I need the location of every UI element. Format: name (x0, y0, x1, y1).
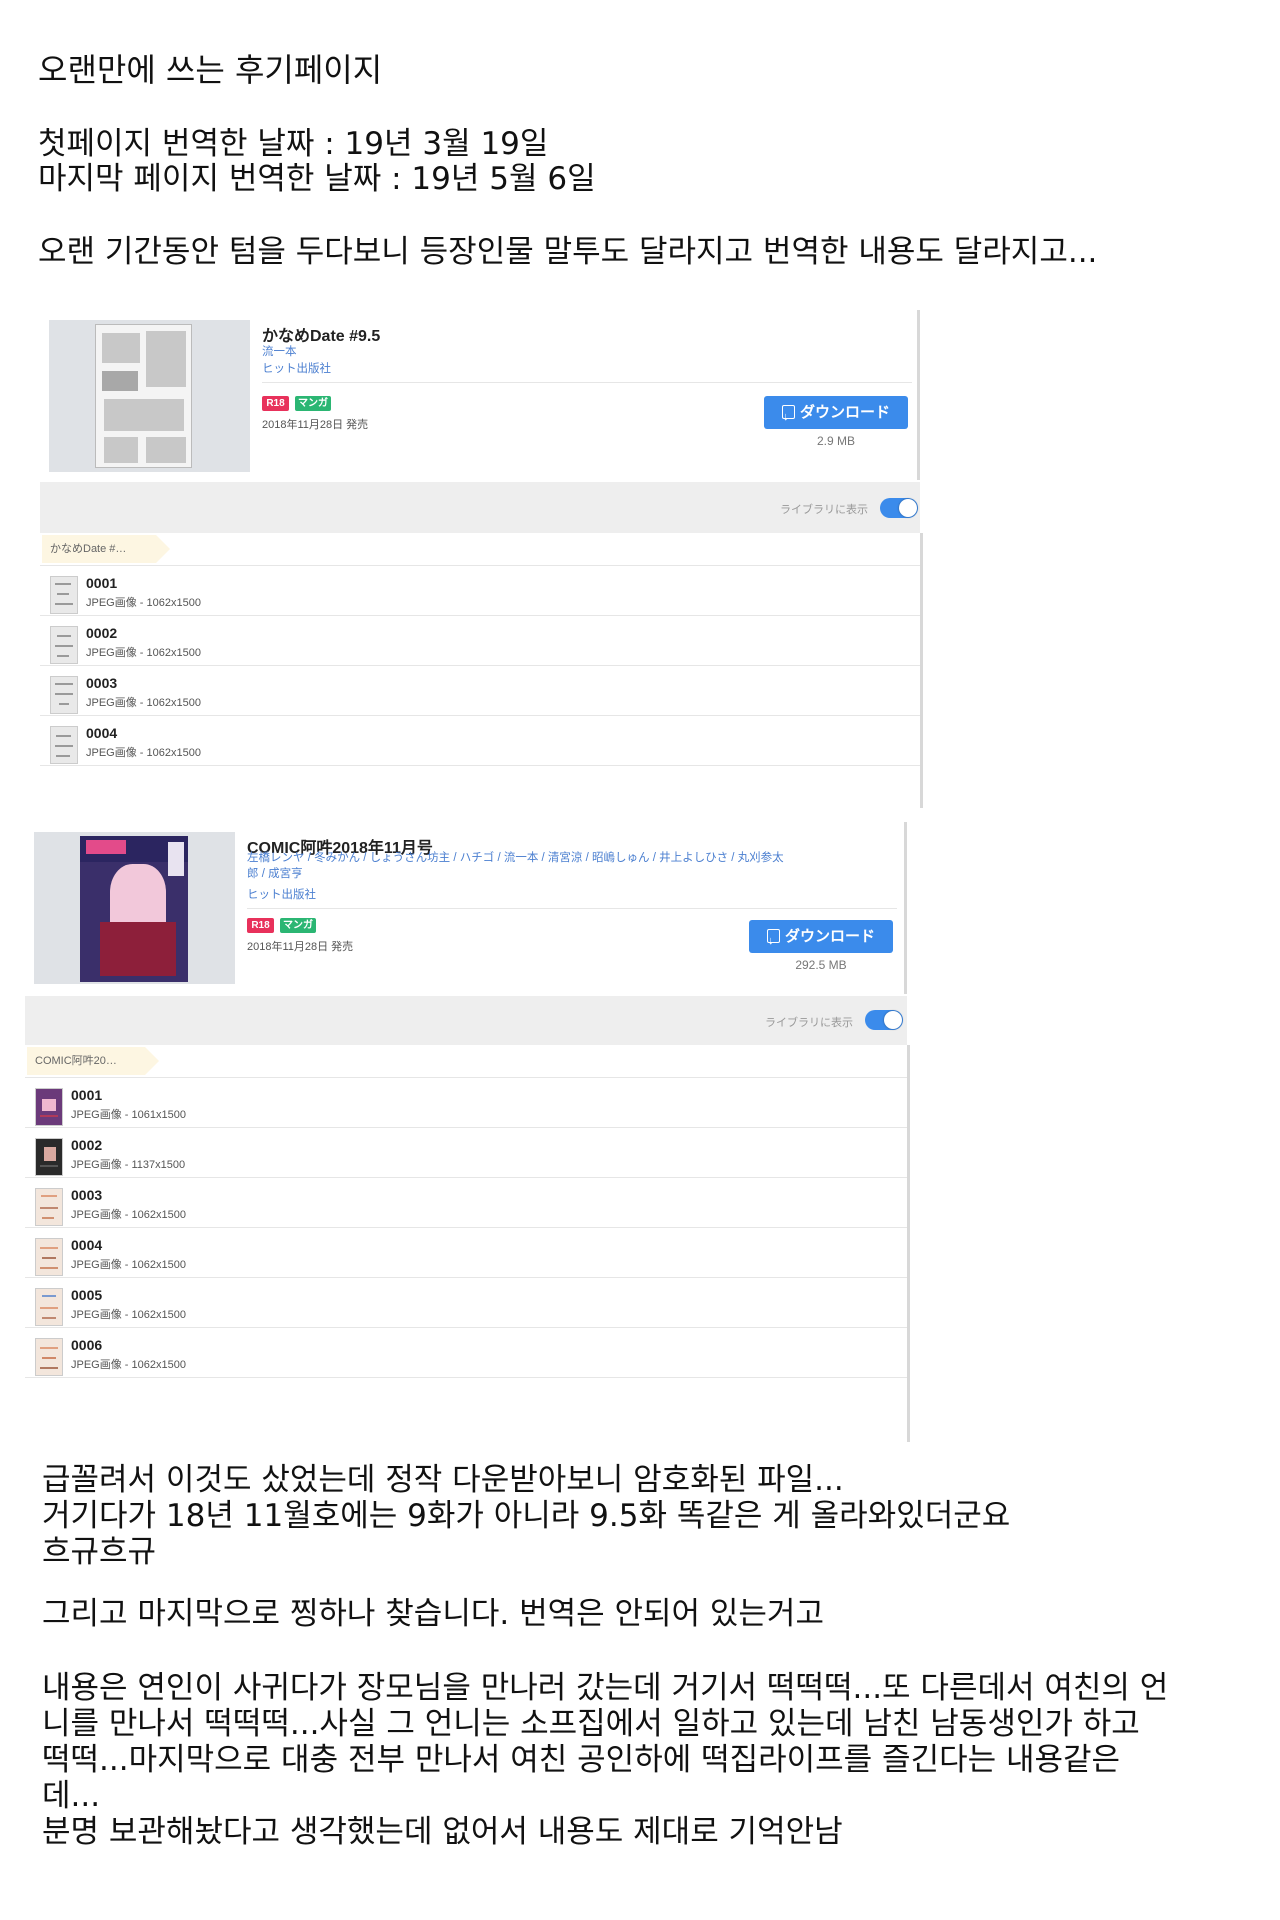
file-meta: JPEG画像 - 1137x1500 (71, 1159, 186, 1171)
file-thumbnail (35, 1238, 63, 1276)
product-publisher[interactable]: ヒット出版社 (262, 360, 331, 376)
download-icon (781, 401, 795, 434)
download-button[interactable]: ダウンロード (749, 920, 893, 958)
manga-badge: マンガ (295, 396, 331, 411)
file-thumbnail (35, 1138, 63, 1176)
divider (262, 382, 912, 383)
product-card-2: COMIC阿吽2018年11月号 左橋レンヤ / 冬みかん / しょうさん坊主 … (25, 822, 907, 994)
product-publisher[interactable]: ヒット出版社 (247, 886, 316, 902)
cover-image[interactable] (34, 832, 235, 984)
file-meta: JPEG画像 - 1062x1500 (86, 647, 201, 659)
library-toggle[interactable] (880, 498, 918, 518)
file-meta: JPEG画像 - 1062x1500 (86, 597, 201, 609)
library-bar: ライブラリに表示 (25, 996, 907, 1046)
file-thumbnail (35, 1088, 63, 1126)
product-authors[interactable]: 左橋レンヤ / 冬みかん / しょうさん坊主 / ハチゴ / 流一本 / 清宮涼… (247, 850, 787, 882)
outro-line: 내용은 연인이 사귀다가 장모님을 만나러 갔는데 거기서 떡떡떡...또 다른… (42, 1670, 1169, 1706)
release-date: 2018年11月28日 発売 (262, 419, 369, 431)
card-edge (904, 822, 907, 994)
file-meta: JPEG画像 - 1061x1500 (71, 1109, 186, 1121)
file-list-2: COMIC阿吽20… 0001 JPEG画像 - 1061x1500 0002 … (25, 1045, 910, 1442)
file-number: 0001 (71, 1087, 103, 1103)
file-meta: JPEG画像 - 1062x1500 (86, 747, 201, 759)
cover-art (95, 324, 192, 468)
breadcrumb[interactable]: COMIC阿吽20… (27, 1047, 159, 1075)
file-meta: JPEG画像 - 1062x1500 (71, 1259, 186, 1271)
file-number: 0003 (71, 1187, 103, 1203)
file-thumbnail (35, 1288, 63, 1326)
toggle-knob (899, 499, 917, 517)
file-meta: JPEG画像 - 1062x1500 (71, 1359, 186, 1371)
file-thumbnail (50, 726, 78, 764)
file-meta: JPEG画像 - 1062x1500 (71, 1309, 186, 1321)
file-number: 0005 (71, 1287, 103, 1303)
file-row[interactable]: 0001 JPEG画像 - 1061x1500 (25, 1077, 907, 1127)
intro-line-first-page-date: 첫페이지 번역한 날짜 : 19년 3월 19일 (38, 126, 549, 162)
divider (247, 908, 897, 909)
outro-line: 데... (42, 1778, 101, 1814)
cover-image[interactable] (49, 320, 250, 472)
file-list-1: かなめDate #… 0001 JPEG画像 - 1062x1500 0002 … (40, 533, 923, 808)
intro-line-note: 오랜 기간동안 텀을 두다보니 등장인물 말투도 달라지고 번역한 내용도 달라… (38, 234, 1098, 270)
outro-line: 니를 만나서 떡떡떡...사실 그 언니는 소프집에서 일하고 있는데 남친 남… (42, 1706, 1140, 1742)
outro-line: 거기다가 18년 11월호에는 9화가 아니라 9.5화 똑같은 게 올라와있더… (42, 1498, 1011, 1534)
file-number: 0001 (86, 575, 118, 591)
library-bar: ライブラリに表示 (40, 482, 920, 534)
library-toggle[interactable] (865, 1010, 903, 1030)
file-row[interactable]: 0005 JPEG画像 - 1062x1500 (25, 1277, 907, 1327)
file-row[interactable]: 0004 JPEG画像 - 1062x1500 (40, 715, 920, 766)
file-number: 0002 (71, 1137, 103, 1153)
cover-art (80, 836, 188, 982)
manga-badge: マンガ (280, 918, 316, 933)
download-icon (766, 925, 780, 958)
toggle-knob (884, 1011, 902, 1029)
r18-badge: R18 (247, 918, 274, 933)
release-date: 2018年11月28日 発売 (247, 941, 354, 953)
file-thumbnail (50, 676, 78, 714)
file-number: 0004 (71, 1237, 103, 1253)
outro-line: 그리고 마지막으로 찡하나 찾습니다. 번역은 안되어 있는거고 (42, 1596, 824, 1632)
outro-line: 급꼴려서 이것도 샀었는데 정작 다운받아보니 암호화된 파일... (42, 1462, 844, 1498)
intro-line-last-page-date: 마지막 페이지 번역한 날짜 : 19년 5월 6일 (38, 161, 596, 197)
download-label: ダウンロード (784, 928, 875, 945)
download-button[interactable]: ダウンロード (764, 396, 908, 434)
file-row[interactable]: 0003 JPEG画像 - 1062x1500 (40, 665, 920, 715)
outro-line: 떡떡...마지막으로 대충 전부 만나서 여친 공인하에 떡집라이프를 즐긴다는… (42, 1742, 1121, 1778)
file-row[interactable]: 0001 JPEG画像 - 1062x1500 (40, 565, 920, 615)
file-thumbnail (50, 576, 78, 614)
library-toggle-label: ライブラリに表示 (765, 1017, 853, 1029)
file-number: 0004 (86, 725, 118, 741)
file-row[interactable]: 0006 JPEG画像 - 1062x1500 (25, 1327, 907, 1378)
file-row[interactable]: 0002 JPEG画像 - 1137x1500 (25, 1127, 907, 1177)
download-label: ダウンロード (799, 404, 890, 421)
file-thumbnail (50, 626, 78, 664)
file-row[interactable]: 0004 JPEG画像 - 1062x1500 (25, 1227, 907, 1277)
card-edge (917, 310, 920, 480)
breadcrumb[interactable]: かなめDate #… (42, 535, 170, 563)
file-number: 0006 (71, 1337, 103, 1353)
file-row[interactable]: 0003 JPEG画像 - 1062x1500 (25, 1177, 907, 1227)
file-number: 0002 (86, 625, 118, 641)
library-toggle-label: ライブラリに表示 (780, 504, 868, 516)
file-meta: JPEG画像 - 1062x1500 (86, 697, 201, 709)
intro-heading: 오랜만에 쓰는 후기페이지 (38, 51, 383, 89)
outro-line: 흐규흐규 (42, 1534, 157, 1570)
r18-badge: R18 (262, 396, 289, 411)
file-meta: JPEG画像 - 1062x1500 (71, 1209, 186, 1221)
outro-line: 분명 보관해놨다고 생각했는데 없어서 내용도 제대로 기억안남 (42, 1814, 843, 1850)
file-size: 292.5 MB (795, 958, 847, 972)
product-card-1: かなめDate #9.5 流一本 ヒット出版社 R18 マンガ 2018年11月… (40, 310, 920, 480)
product-author[interactable]: 流一本 (262, 343, 297, 359)
file-size: 2.9 MB (816, 434, 855, 448)
file-number: 0003 (86, 675, 118, 691)
file-thumbnail (35, 1338, 63, 1376)
file-row[interactable]: 0002 JPEG画像 - 1062x1500 (40, 615, 920, 665)
file-thumbnail (35, 1188, 63, 1226)
